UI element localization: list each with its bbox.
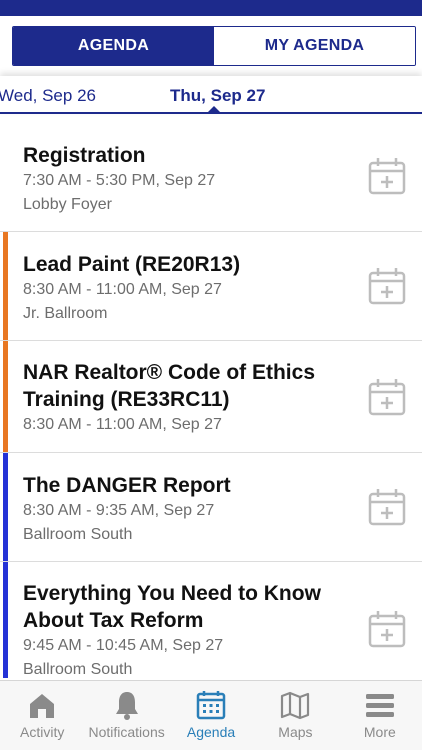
bottom-tab-bar: Activity Notifications Agenda Maps More <box>0 680 422 750</box>
tab-notifications[interactable]: Notifications <box>84 681 168 750</box>
calendar-add-icon[interactable] <box>368 488 406 526</box>
track-color-bar <box>3 453 8 561</box>
map-icon <box>281 691 310 720</box>
date-selected-caret <box>208 106 220 112</box>
session-room: Jr. Ballroom <box>23 305 108 322</box>
tab-activity[interactable]: Activity <box>0 681 84 750</box>
session-time: 8:30 AM - 9:35 AM, Sep 27 <box>23 502 215 519</box>
date-selector: Wed, Sep 26 Thu, Sep 27 <box>0 76 422 114</box>
session-row[interactable]: Everything You Need to Know About Tax Re… <box>0 562 422 678</box>
track-color-bar <box>3 562 8 678</box>
agenda-tab-button[interactable]: AGENDA <box>13 27 214 65</box>
calendar-add-icon[interactable] <box>368 157 406 195</box>
session-list[interactable]: Registration 7:30 AM - 5:30 PM, Sep 27 L… <box>0 122 422 678</box>
agenda-segmented-control: AGENDA MY AGENDA <box>12 26 416 66</box>
session-time: 8:30 AM - 11:00 AM, Sep 27 <box>23 281 222 298</box>
session-room: Ballroom South <box>23 661 133 678</box>
session-time: 7:30 AM - 5:30 PM, Sep 27 <box>23 172 216 189</box>
session-row[interactable]: NAR Realtor® Code of Ethics Training (RE… <box>0 341 422 453</box>
session-title: The DANGER Report <box>23 474 231 497</box>
track-color-bar <box>3 341 8 452</box>
session-row[interactable]: Registration 7:30 AM - 5:30 PM, Sep 27 L… <box>0 122 422 232</box>
home-icon <box>30 694 55 718</box>
session-row[interactable]: The DANGER Report 8:30 AM - 9:35 AM, Sep… <box>0 453 422 562</box>
tab-more[interactable]: More <box>338 681 422 750</box>
date-previous[interactable]: Wed, Sep 26 <box>0 86 96 106</box>
calendar-icon <box>196 691 226 720</box>
session-room: Lobby Foyer <box>23 196 112 213</box>
session-title: Everything You Need to Know About Tax Re… <box>23 582 321 632</box>
track-color-bar <box>3 232 8 340</box>
date-current[interactable]: Thu, Sep 27 <box>170 86 265 106</box>
session-time: 9:45 AM - 10:45 AM, Sep 27 <box>23 637 224 654</box>
session-room: Ballroom South <box>23 526 133 543</box>
my-agenda-tab-button[interactable]: MY AGENDA <box>214 27 415 65</box>
tab-label: Agenda <box>186 724 236 740</box>
status-bar <box>0 0 422 16</box>
calendar-add-icon[interactable] <box>368 610 406 648</box>
tab-maps[interactable]: Maps <box>253 681 337 750</box>
bell-icon <box>115 692 138 720</box>
session-row[interactable]: Lead Paint (RE20R13) 8:30 AM - 11:00 AM,… <box>0 232 422 341</box>
calendar-add-icon[interactable] <box>368 378 406 416</box>
session-time: 8:30 AM - 11:00 AM, Sep 27 <box>23 416 222 433</box>
menu-icon <box>365 694 394 717</box>
date-underline <box>0 112 422 114</box>
tab-agenda[interactable]: Agenda <box>169 681 253 750</box>
tab-label: Notifications <box>88 724 165 740</box>
session-title: Lead Paint (RE20R13) <box>23 253 241 276</box>
tab-label: More <box>363 724 396 740</box>
calendar-add-icon[interactable] <box>368 267 406 305</box>
session-title: Registration <box>23 144 146 167</box>
tab-label: Activity <box>20 724 65 740</box>
tab-label: Maps <box>278 724 313 740</box>
session-title: NAR Realtor® Code of Ethics Training (RE… <box>23 361 316 411</box>
